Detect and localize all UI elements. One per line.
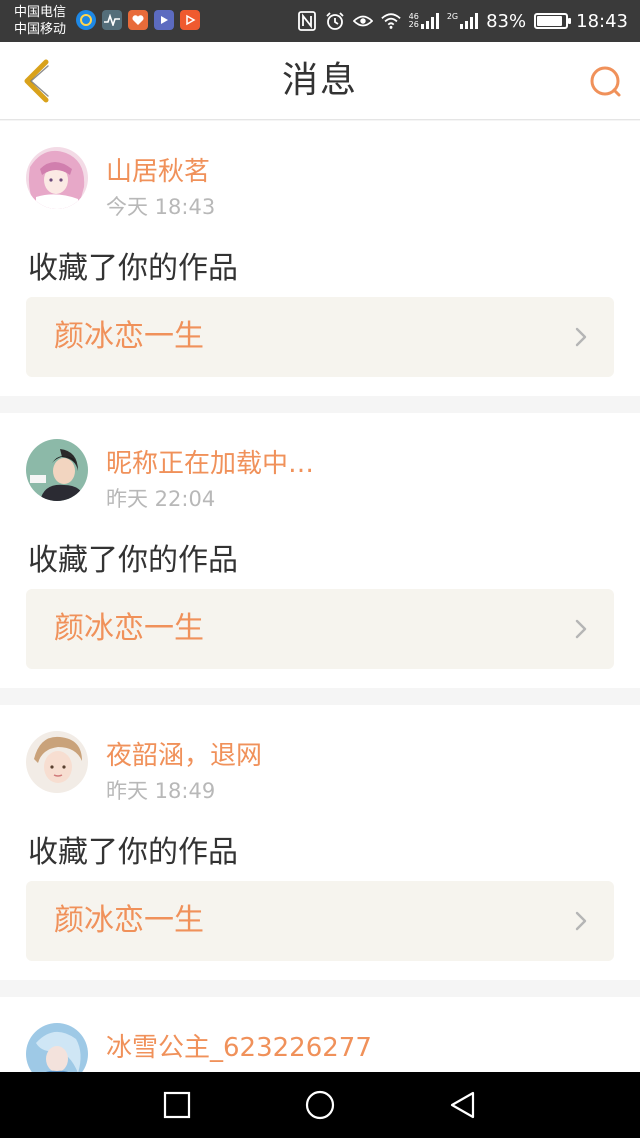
wifi-icon (380, 11, 401, 31)
avatar[interactable] (26, 731, 88, 793)
message-card: 昵称正在加载中… 昨天 22:04 收藏了你的作品 颜冰恋一生 (0, 413, 640, 688)
work-link[interactable]: 颜冰恋一生 (26, 881, 614, 961)
alarm-icon (325, 11, 345, 31)
username[interactable]: 夜韶涵，退网 (106, 735, 262, 772)
square-icon (163, 1091, 191, 1119)
search-icon (590, 66, 621, 97)
avatar[interactable] (26, 439, 88, 501)
work-link[interactable]: 颜冰恋一生 (26, 297, 614, 377)
heart-app-icon (128, 10, 148, 30)
notification-icons (76, 10, 200, 30)
username[interactable]: 山居秋茗 (106, 151, 210, 188)
signal-bars-icon (460, 13, 479, 29)
circle-icon (305, 1090, 335, 1120)
action-text: 收藏了你的作品 (28, 543, 238, 578)
work-title: 颜冰恋一生 (54, 611, 204, 646)
recent-apps-button[interactable] (161, 1089, 193, 1121)
nfc-icon (297, 11, 317, 31)
carrier-1: 中国电信 (14, 5, 67, 20)
username[interactable]: 昵称正在加载中… (106, 443, 314, 480)
page-title: 消息 (281, 60, 358, 101)
carrier-2: 中国移动 (14, 22, 67, 37)
video-app-icon (154, 10, 174, 30)
triangle-back-icon (450, 1091, 475, 1119)
clock: 18:43 (576, 10, 628, 32)
username[interactable]: 冰雪公主_623226277 (106, 1027, 372, 1064)
work-link[interactable]: 颜冰恋一生 (26, 589, 614, 669)
system-nav-bar (0, 1072, 640, 1138)
chevron-right-icon (575, 327, 587, 347)
play-app-icon (180, 10, 200, 30)
work-title: 颜冰恋一生 (54, 319, 204, 354)
work-title: 颜冰恋一生 (54, 903, 204, 938)
cell-signal-1: 46 26 (409, 13, 439, 29)
chevron-right-icon (575, 619, 587, 639)
browser-app-icon (76, 10, 96, 30)
signal-bars-icon (420, 13, 439, 29)
timestamp: 今天 18:43 (106, 195, 216, 219)
battery-fill (537, 16, 563, 26)
timestamp: 昨天 18:49 (106, 779, 216, 803)
action-text: 收藏了你的作品 (28, 835, 238, 870)
net-type-bottom: 26 (408, 20, 419, 29)
nav-bar: 消息 (0, 42, 640, 120)
status-right: 46 26 2G 83% 18:43 (297, 0, 628, 42)
search-button[interactable] (586, 62, 626, 102)
action-text: 收藏了你的作品 (28, 251, 238, 286)
eye-comfort-icon (352, 11, 373, 31)
home-button[interactable] (304, 1089, 336, 1121)
screen: 中国电信 中国移动 46 26 2G 83% 18:43 消息 山居秋茗 今天 … (0, 0, 640, 1138)
timestamp: 昨天 22:04 (106, 487, 216, 511)
carrier-info: 中国电信 中国移动 (14, 4, 66, 38)
cell-signal-2: 2G (446, 12, 479, 29)
status-bar: 中国电信 中国移动 46 26 2G 83% 18:43 (0, 0, 640, 42)
avatar[interactable] (26, 147, 88, 209)
activity-app-icon (102, 10, 122, 30)
back-nav-button[interactable] (446, 1089, 478, 1121)
message-card: 夜韶涵，退网 昨天 18:49 收藏了你的作品 颜冰恋一生 (0, 705, 640, 980)
battery-percent: 83% (486, 10, 527, 32)
chevron-right-icon (575, 911, 587, 931)
message-card: 山居秋茗 今天 18:43 收藏了你的作品 颜冰恋一生 (0, 121, 640, 396)
message-list: 山居秋茗 今天 18:43 收藏了你的作品 颜冰恋一生 昵称正在加载中… 昨天 … (0, 121, 640, 1114)
battery-icon (534, 13, 572, 29)
net-type-2g: 2G (446, 12, 459, 21)
